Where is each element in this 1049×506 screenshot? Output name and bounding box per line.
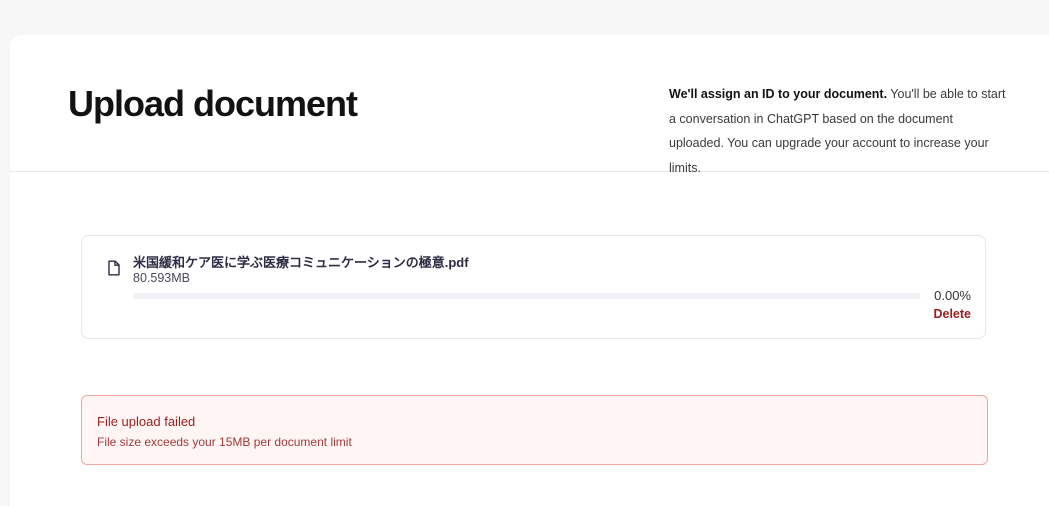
- file-icon: [107, 260, 121, 276]
- upload-header: Upload document We'll assign an ID to yo…: [10, 35, 1049, 175]
- upload-progress-percent: 0.00%: [934, 288, 971, 303]
- page-title: Upload document: [68, 83, 358, 124]
- file-name: 米国緩和ケア医に学ぶ医療コミュニケーションの極意.pdf: [133, 255, 469, 270]
- error-title: File upload failed: [97, 414, 196, 429]
- delete-file-button[interactable]: Delete: [933, 307, 971, 321]
- uploaded-file-card: 米国緩和ケア医に学ぶ医療コミュニケーションの極意.pdf 80.593MB 0.…: [81, 235, 986, 339]
- info-text-bold: We'll assign an ID to your document.: [669, 87, 888, 101]
- upload-progress-bar: [133, 293, 921, 299]
- error-message: File size exceeds your 15MB per document…: [97, 435, 352, 449]
- error-alert: File upload failed File size exceeds you…: [81, 395, 988, 465]
- file-size: 80.593MB: [133, 271, 190, 285]
- upload-panel: Upload document We'll assign an ID to yo…: [10, 35, 1049, 506]
- info-text: We'll assign an ID to your document. You…: [669, 82, 1009, 180]
